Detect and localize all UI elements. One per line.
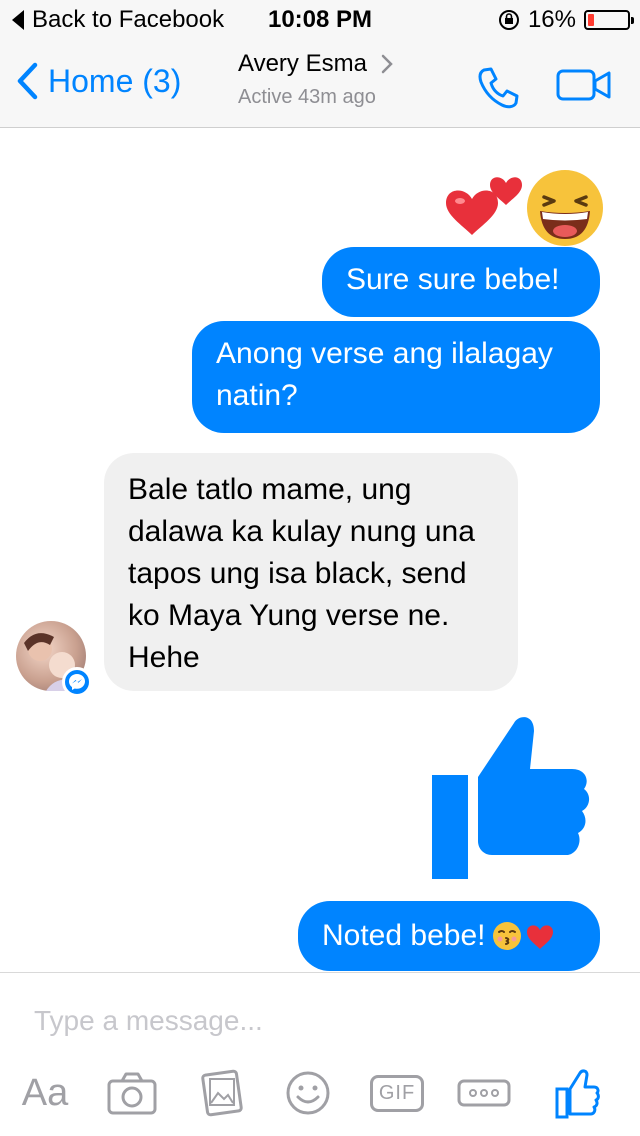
status-bar: Back to Facebook 10:08 PM 16% <box>0 0 640 40</box>
contact-header[interactable]: Avery Esma Active 43m ago <box>238 50 393 109</box>
laughing-face-icon <box>527 170 603 246</box>
chevron-right-icon <box>381 54 393 74</box>
contact-active-status: Active 43m ago <box>238 86 376 108</box>
battery-icon <box>584 10 634 30</box>
battery-percent: 16% <box>527 6 576 33</box>
battery-level <box>588 14 594 26</box>
messenger-badge-icon <box>62 667 92 697</box>
message-line: natin? <box>216 379 298 412</box>
outgoing-message-bubble[interactable]: Sure sure bebe! <box>322 247 600 317</box>
text-style-icon[interactable]: Aa <box>18 1065 72 1121</box>
home-back-button[interactable]: Home (3) <box>16 62 181 100</box>
message-line: Sure sure bebe! <box>346 263 560 296</box>
outgoing-message-bubble[interactable]: Noted bebe! <box>298 901 600 971</box>
conversation-header: Home (3) Avery Esma Active 43m ago <box>0 40 640 128</box>
message-thread[interactable]: Sure sure bebe! Anong verse ang ilalagay… <box>0 129 640 971</box>
message-line: tapos ung isa black, send <box>128 557 467 590</box>
incoming-message-bubble[interactable]: Bale tatlo mame, ung dalawa ka kulay nun… <box>104 453 518 691</box>
contact-name: Avery Esma <box>238 50 367 77</box>
more-icon[interactable] <box>456 1065 512 1121</box>
status-indicators: 16% <box>498 6 634 34</box>
hearts-icon <box>446 177 522 235</box>
message-line: Hehe <box>128 641 200 674</box>
outgoing-message-bubble[interactable]: Anong verse ang ilalagay natin? <box>192 321 600 433</box>
video-call-icon[interactable] <box>556 68 612 102</box>
thumbs-up-icon[interactable] <box>554 1065 600 1121</box>
red-heart-icon <box>527 925 554 949</box>
message-line: Anong verse ang ilalagay <box>216 337 553 370</box>
message-line: ko Maya Yung verse ne. <box>128 599 450 632</box>
chevron-left-icon <box>17 62 38 100</box>
gif-label: GIF <box>369 1074 425 1112</box>
composer-toolbar: Aa GIF <box>0 1065 640 1125</box>
emoji-icon[interactable] <box>284 1065 332 1121</box>
message-input[interactable]: Type a message... <box>34 1005 263 1037</box>
gif-icon[interactable]: GIF <box>369 1065 425 1121</box>
kissing-face-icon <box>493 922 522 950</box>
rotation-lock-icon <box>498 10 519 30</box>
thumbs-up-icon[interactable] <box>430 709 592 881</box>
message-line: Bale tatlo mame, ung <box>128 473 412 506</box>
message-composer: Type a message... Aa GIF <box>0 972 640 1136</box>
camera-icon[interactable] <box>106 1065 158 1121</box>
message-line: Noted bebe! <box>322 919 486 952</box>
emoji-message[interactable] <box>440 149 610 259</box>
message-line: dalawa ka kulay nung una <box>128 515 475 548</box>
home-back-label: Home (3) <box>48 62 182 99</box>
photo-gallery-icon[interactable] <box>198 1065 246 1121</box>
phone-call-icon[interactable] <box>474 64 522 112</box>
